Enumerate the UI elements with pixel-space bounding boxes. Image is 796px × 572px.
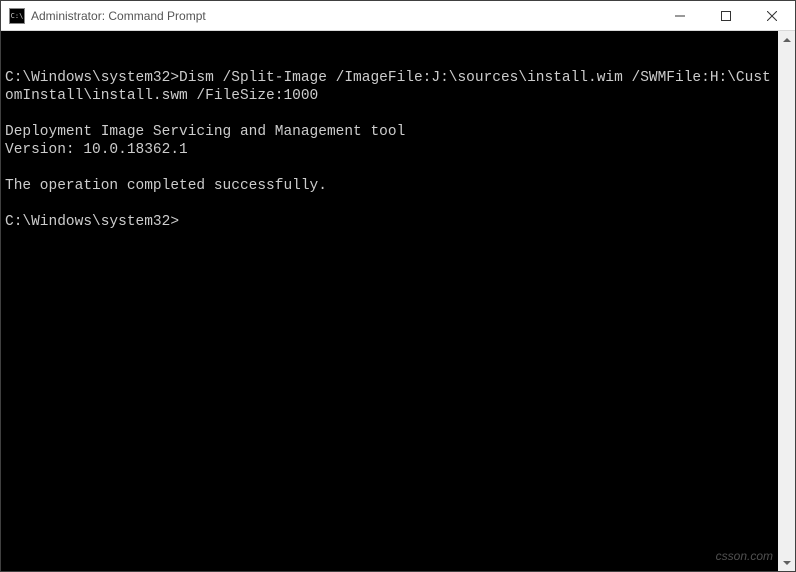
- scrollbar-track[interactable]: [778, 48, 795, 554]
- terminal-area[interactable]: C:\Windows\system32>Dism /Split-Image /I…: [1, 31, 795, 571]
- output-line: Version: 10.0.18362.1: [5, 142, 188, 158]
- titlebar[interactable]: C:\ Administrator: Command Prompt: [1, 1, 795, 31]
- cmd-icon: C:\: [9, 8, 25, 24]
- watermark-text: csson.com: [716, 547, 773, 565]
- chevron-down-icon: [783, 561, 791, 565]
- chevron-up-icon: [783, 38, 791, 42]
- scroll-down-button[interactable]: [778, 554, 795, 571]
- scroll-up-button[interactable]: [778, 31, 795, 48]
- window-frame: C:\ Administrator: Command Prompt C:\Win…: [0, 0, 796, 572]
- terminal-output: C:\Windows\system32>Dism /Split-Image /I…: [5, 69, 791, 231]
- vertical-scrollbar[interactable]: [778, 31, 795, 571]
- close-button[interactable]: [749, 1, 795, 30]
- output-line: The operation completed successfully.: [5, 178, 327, 194]
- window-controls: [657, 1, 795, 30]
- maximize-button[interactable]: [703, 1, 749, 30]
- prompt: C:\Windows\system32>: [5, 214, 179, 230]
- prompt: C:\Windows\system32>: [5, 70, 179, 86]
- window-title: Administrator: Command Prompt: [31, 9, 657, 23]
- output-line: Deployment Image Servicing and Managemen…: [5, 124, 405, 140]
- minimize-button[interactable]: [657, 1, 703, 30]
